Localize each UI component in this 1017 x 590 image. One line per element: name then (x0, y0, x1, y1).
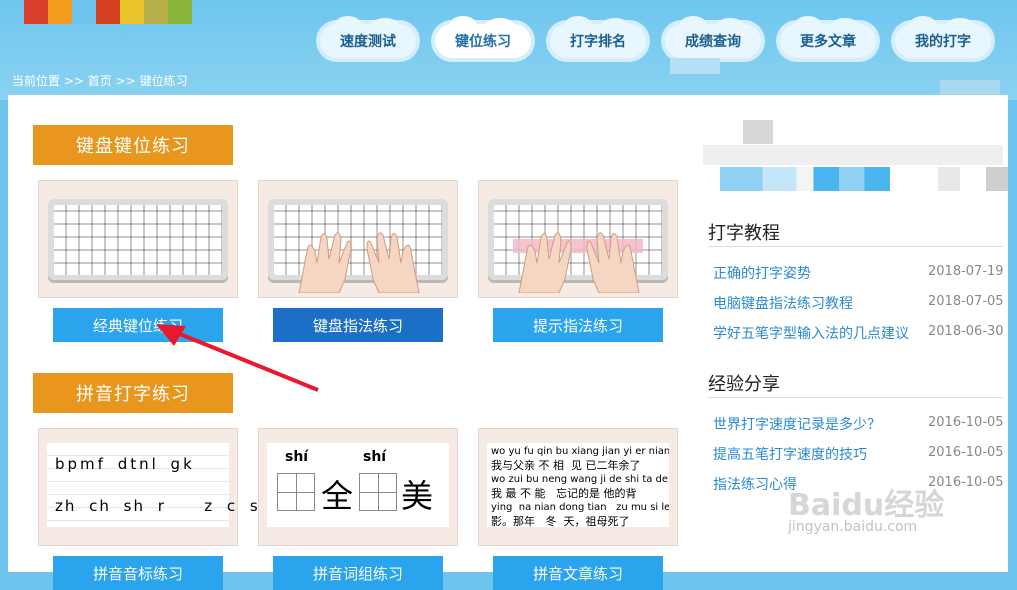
hands-icon (518, 232, 640, 293)
sidebar-title-tutorials: 打字教程 (708, 223, 780, 244)
phonetic-line: bpmf dtnl gk (55, 455, 195, 473)
pinyin-label: shí (363, 449, 387, 465)
nav-more-articles[interactable]: 更多文章 (780, 16, 876, 58)
keyboard-image (48, 199, 228, 283)
card-pinyin-article[interactable]: wo yu fu qin bu xiang jian yi er nian yu… (478, 428, 678, 546)
logo[interactable] (24, 0, 192, 24)
experience-link[interactable]: 指法练习心得 (713, 474, 797, 494)
tutorial-link[interactable]: 电脑键盘指法练习教程 (713, 293, 853, 313)
breadcrumb-home[interactable]: 首页 (88, 74, 112, 88)
divider (708, 246, 1003, 247)
sidebar-title-experience: 经验分享 (708, 374, 780, 395)
blurred-area (670, 58, 720, 74)
tian-grid (277, 473, 315, 511)
nav-key-practice[interactable]: 键位练习 (435, 16, 531, 58)
phonetic-line: zh ch sh r z c s (55, 497, 260, 515)
pinyin-word-practice-button[interactable]: 拼音词组练习 (273, 556, 443, 590)
hanzi-char: 全 (321, 477, 354, 515)
divider (708, 397, 1003, 398)
experience-date: 2016-10-05 (928, 415, 1004, 430)
card-finger-practice[interactable] (258, 180, 458, 298)
tutorial-link[interactable]: 学好五笔字型输入法的几点建议 (713, 323, 909, 343)
tutorial-date: 2018-07-05 (928, 294, 1004, 309)
top-banner: 速度测试 键位练习 打字排名 成绩查询 更多文章 我的打字 当前位置 >> 首页… (0, 0, 1017, 100)
nav-score-query[interactable]: 成绩查询 (665, 16, 761, 58)
card-pinyin-phonetics[interactable]: bpmf dtnl gk zh ch sh r z c s (38, 428, 258, 546)
blurred-area (743, 120, 773, 144)
blurred-area (720, 167, 890, 191)
card-pinyin-words[interactable]: shí shí 全 美 (258, 428, 458, 546)
tutorial-date: 2018-07-19 (928, 264, 1004, 279)
card-hint-practice[interactable] (478, 180, 678, 298)
nav-my-typing[interactable]: 我的打字 (895, 16, 991, 58)
tian-grid (359, 473, 397, 511)
breadcrumb-prefix: 当前位置 (12, 74, 61, 88)
watermark-logo: Baidu经验 (788, 488, 945, 523)
blurred-area (940, 80, 1000, 96)
article-pinyin-line: wo yu fu qin bu xiang jian yi er nian yu… (491, 446, 669, 457)
nav-speed-test[interactable]: 速度测试 (320, 16, 416, 58)
breadcrumb-current: 键位练习 (139, 74, 188, 88)
experience-link[interactable]: 世界打字速度记录是多少？ (713, 414, 881, 434)
tutorial-link[interactable]: 正确的打字姿势 (713, 263, 811, 283)
blurred-area (938, 167, 960, 191)
blurred-area (703, 145, 1003, 165)
tutorial-date: 2018-06-30 (928, 324, 1004, 339)
article-hanzi-line: 我 最 不 能 忘记的是 他的背 (491, 487, 637, 500)
article-pinyin-line: ying na nian dong tian zu mu si le (491, 502, 669, 513)
breadcrumb: 当前位置 >> 首页 >> 键位练习 (12, 74, 188, 88)
experience-link[interactable]: 提高五笔打字速度的技巧 (713, 444, 867, 464)
red-arrow-icon (156, 324, 319, 392)
hanzi-char: 美 (401, 477, 434, 515)
article-pinyin-line: wo zui bu neng wang ji de shi ta de bei (491, 474, 669, 485)
hint-finger-practice-button[interactable]: 提示指法练习 (493, 308, 663, 342)
watermark-url: jingyan.baidu.com (788, 519, 918, 535)
nav-typing-rank[interactable]: 打字排名 (550, 16, 646, 58)
section-title-keyboard: 键盘键位练习 (33, 125, 233, 165)
pinyin-label: shí (285, 449, 309, 465)
hands-icon (298, 232, 420, 293)
article-hanzi-line: 影。那年 冬 天，祖母死了 (491, 515, 630, 527)
pinyin-phonetic-practice-button[interactable]: 拼音音标练习 (53, 556, 223, 590)
article-hanzi-line: 我与父亲 不 相 见 已二年余了 (491, 459, 641, 472)
experience-date: 2016-10-05 (928, 445, 1004, 460)
pinyin-article-practice-button[interactable]: 拼音文章练习 (493, 556, 663, 590)
main-content: 键盘键位练习 经典键位练习 键盘指法练习 提示指法练习 拼音打字练习 bpmf … (8, 95, 1008, 590)
blurred-area (986, 167, 1008, 191)
card-classic-keys[interactable] (38, 180, 238, 298)
